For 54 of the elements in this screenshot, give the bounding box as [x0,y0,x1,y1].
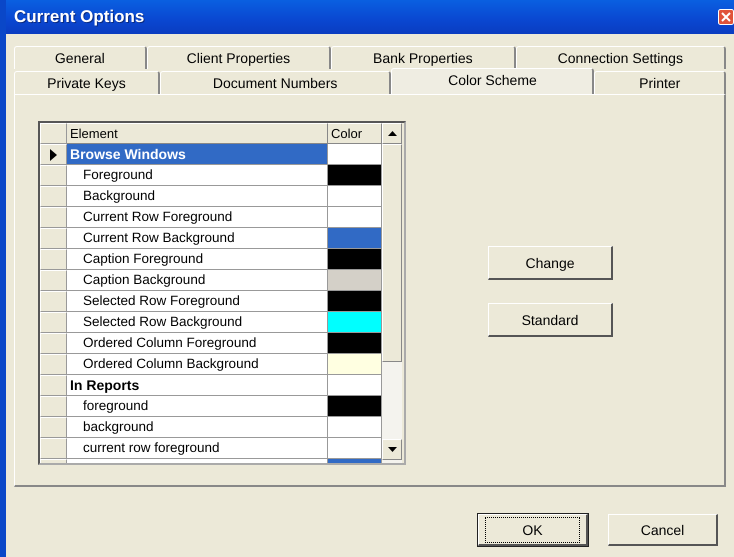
cancel-button[interactable]: Cancel [608,514,718,546]
scroll-thumb[interactable] [382,144,402,362]
color-swatch[interactable] [328,165,382,186]
down-arrow-icon [388,447,396,452]
element-cell[interactable]: Selected Row Background [67,312,328,333]
color-swatch[interactable] [328,228,382,249]
element-cell[interactable]: Current Row Background [67,228,328,249]
element-cell[interactable]: Selected Row Foreground [67,291,328,312]
element-cell[interactable]: Current Row Foreground [67,207,328,228]
color-swatch[interactable] [328,291,382,312]
color-swatch[interactable] [328,333,382,354]
column-header: Color [328,123,382,144]
tab[interactable]: Connection Settings [516,46,726,69]
tab[interactable]: Printer [594,71,726,94]
color-swatch[interactable] [328,438,382,459]
color-swatch[interactable] [328,417,382,438]
tab[interactable]: Color Scheme [391,68,594,94]
element-cell[interactable]: Ordered Column Background [67,354,328,375]
color-swatch[interactable] [328,207,382,228]
tab[interactable]: Client Properties [146,46,332,69]
element-cell[interactable]: Caption Background [67,270,328,291]
ok-button[interactable]: OK [478,514,588,546]
color-swatch[interactable] [328,249,382,270]
element-cell[interactable]: current row foreground [67,438,328,459]
element-cell[interactable]: Background [67,186,328,207]
close-icon[interactable] [718,9,734,25]
color-swatch[interactable] [328,270,382,291]
scroll-up-button[interactable] [382,123,402,144]
color-swatch[interactable] [328,144,382,165]
color-swatch[interactable] [328,396,382,417]
action-button[interactable]: Standard [488,303,613,337]
element-cell[interactable]: foreground [67,396,328,417]
tab[interactable]: General [14,46,147,69]
element-cell[interactable]: Foreground [67,165,328,186]
row-selector[interactable] [40,144,67,165]
group-cell[interactable]: In Reports [67,375,328,396]
scrollbar[interactable] [382,123,402,463]
action-button[interactable]: Change [488,246,613,280]
color-swatch[interactable] [328,375,382,396]
column-header: Element [67,123,328,144]
tab[interactable]: Bank Properties [331,46,516,69]
tab[interactable]: Private Keys [14,71,160,94]
group-cell[interactable]: Browse Windows [67,144,328,165]
element-cell[interactable]: Caption Foreground [67,249,328,270]
tab[interactable]: Document Numbers [160,71,392,94]
window-title: Current Options [14,7,144,27]
current-row-icon [50,148,57,160]
color-swatch[interactable] [328,354,382,375]
color-swatch[interactable] [328,186,382,207]
up-arrow-icon [388,131,396,136]
element-cell[interactable]: Ordered Column Foreground [67,333,328,354]
color-swatch[interactable] [328,312,382,333]
scroll-down-button[interactable] [382,439,402,460]
element-cell[interactable]: background [67,417,328,438]
